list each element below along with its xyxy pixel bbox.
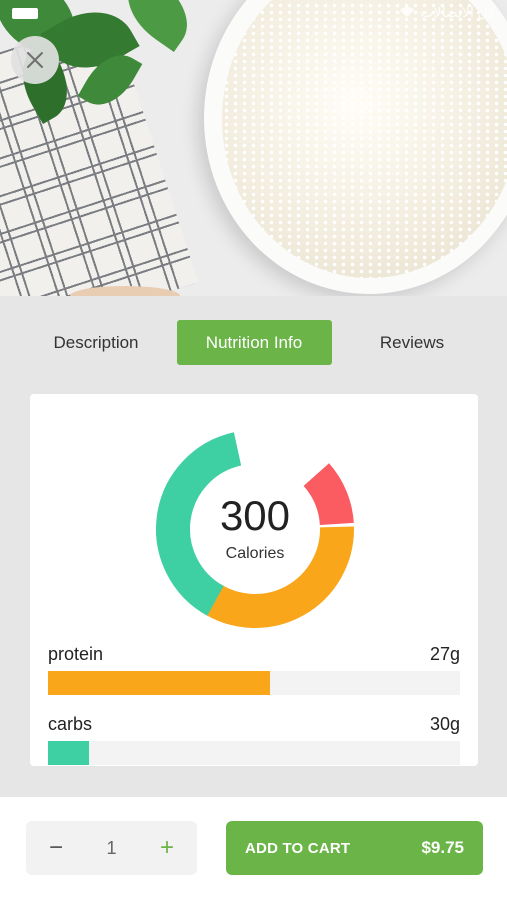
quantity-stepper: − 1 + — [26, 821, 197, 875]
increase-quantity-button[interactable]: + — [153, 834, 181, 862]
add-to-cart-label: ADD TO CART — [245, 839, 351, 857]
carrier-label: كل الاتصالات — [420, 4, 496, 20]
status-bar: كل الاتصالات — [399, 4, 496, 21]
wifi-icon — [399, 5, 415, 21]
nutrient-bar — [48, 741, 460, 765]
calories-value: 300 — [219, 492, 291, 539]
tab-description[interactable]: Description — [30, 320, 162, 365]
calories-summary: 300 Calories — [150, 424, 360, 634]
nutrient-bar-fill — [48, 671, 271, 695]
add-to-cart-button[interactable]: ADD TO CART $9.75 — [226, 821, 483, 875]
nutrient-bar-fill — [48, 741, 90, 765]
nutrition-card: 300 Calories protein 27g carbs 30g — [30, 394, 478, 766]
battery-icon — [12, 8, 38, 19]
calories-label: Calories — [225, 545, 285, 562]
nutrient-protein: protein 27g — [48, 644, 460, 695]
nutrient-bar — [48, 671, 460, 695]
nutrient-carbs: carbs 30g — [48, 714, 460, 765]
tab-nutrition-info[interactable]: Nutrition Info — [176, 320, 332, 365]
product-image: كل الاتصالات — [0, 0, 507, 296]
close-icon — [27, 52, 43, 68]
nutrient-name: protein — [48, 644, 104, 664]
quantity-value: 1 — [106, 837, 117, 858]
close-button[interactable] — [11, 36, 59, 84]
price: $9.75 — [421, 838, 464, 857]
bottom-bar: − 1 + ADD TO CART $9.75 — [0, 797, 507, 900]
decrease-quantity-button[interactable]: − — [42, 834, 70, 862]
tab-reviews[interactable]: Reviews — [346, 320, 478, 365]
nutrient-name: carbs — [48, 714, 93, 734]
tab-bar: Description Nutrition Info Reviews — [30, 320, 478, 365]
nutrient-amount: 27g — [429, 644, 460, 664]
nutrient-amount: 30g — [429, 714, 460, 734]
